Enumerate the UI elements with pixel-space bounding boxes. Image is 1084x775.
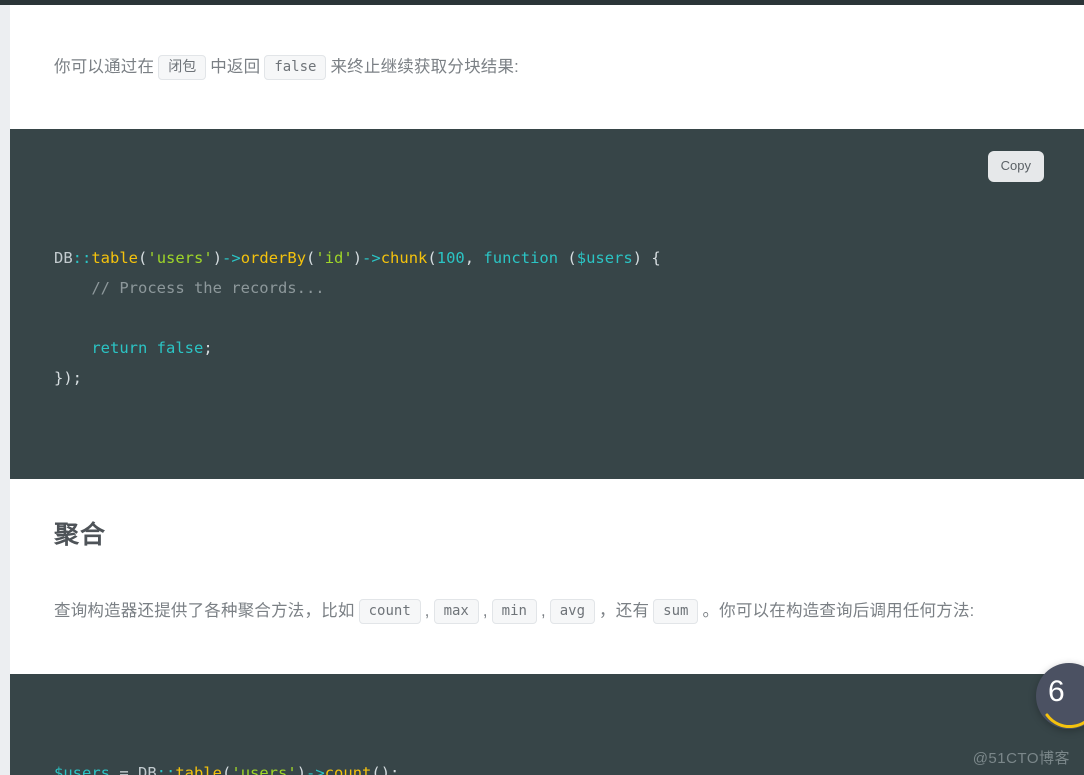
code-token: ): [352, 249, 363, 267]
code-lines: $users = DB::table('users')->count(); $p…: [54, 758, 1040, 775]
code-block-aggregates: $users = DB::table('users')->count(); $p…: [10, 674, 1084, 775]
code-token: return: [91, 339, 148, 357]
code-token: 'id': [315, 249, 353, 267]
code-line: $users = DB::table('users')->count();: [54, 758, 1040, 775]
code-token: chunk: [380, 249, 428, 267]
code-token: =: [110, 764, 138, 775]
copy-button[interactable]: Copy: [987, 151, 1044, 182]
code-pill-max: max: [433, 598, 479, 624]
section-heading-aggregate: 聚合: [54, 521, 107, 549]
floating-counter-button[interactable]: 6: [1036, 663, 1084, 729]
code-token: ->: [222, 249, 241, 267]
code-token: ) {: [632, 249, 661, 267]
code-token: ->: [362, 249, 381, 267]
intro-text-part3: 来终止继续获取分块结果:: [330, 57, 519, 76]
code-token: (: [306, 249, 316, 267]
code-token: DB: [138, 764, 157, 775]
code-token: (: [138, 249, 148, 267]
code-line: // Process the records...: [54, 273, 1040, 303]
code-line: DB::table('users')->orderBy('id')->chunk…: [54, 243, 1040, 273]
intro-text-part1: 你可以通过在: [54, 57, 155, 76]
aggregate-section: 聚合: [10, 479, 1084, 561]
code-token: ): [296, 764, 307, 775]
code-token: 'users': [231, 764, 297, 775]
code-token: (: [427, 249, 437, 267]
code-token: ): [212, 249, 223, 267]
code-token: count: [324, 764, 372, 775]
code-pill-sum: sum: [653, 598, 699, 624]
code-pill-closure: 闭包: [158, 54, 207, 80]
code-token: function: [483, 249, 559, 267]
code-pill-count: count: [358, 598, 421, 624]
code-token: ::: [156, 764, 176, 775]
code-token: DB: [54, 249, 73, 267]
page-root: 你可以通过在 闭包 中返回 false 来终止继续获取分块结果: Copy DB::ta…: [0, 0, 1084, 775]
intro-text-part2: 中返回: [210, 57, 261, 76]
code-pill-false: false: [264, 54, 327, 80]
agg-text-part1: 查询构造器还提供了各种聚合方法，比如: [54, 601, 355, 620]
counter-value: 6: [1048, 675, 1065, 708]
code-token: });: [54, 369, 82, 387]
article-content: 你可以通过在 闭包 中返回 false 来终止继续获取分块结果: Copy DB::ta…: [10, 5, 1084, 775]
code-token: $users: [576, 249, 633, 267]
code-token: ;: [203, 339, 213, 357]
code-token: ,: [464, 249, 484, 267]
agg-text-part3: 。你可以在构造查询后调用任何方法:: [702, 601, 975, 620]
code-pill-avg: avg: [549, 598, 596, 624]
code-line: });: [54, 363, 1040, 393]
agg-text-part2: ，还有: [599, 601, 650, 620]
code-token: table: [175, 764, 223, 775]
code-token: 100: [436, 249, 465, 267]
aggregate-paragraph: 查询构造器还提供了各种聚合方法，比如 count, max, min, avg ，还有 su…: [10, 578, 1084, 658]
code-lines: DB::table('users')->orderBy('id')->chunk…: [54, 243, 1040, 393]
code-token: (: [558, 249, 577, 267]
code-token: ();: [371, 764, 400, 775]
code-token: $users: [54, 764, 110, 775]
code-token: (: [222, 764, 232, 775]
code-token: orderBy: [240, 249, 307, 267]
code-pill-min: min: [491, 598, 537, 624]
code-block-chunk: Copy DB::table('users')->orderBy('id')->…: [10, 129, 1084, 479]
agg-sep-2: ,: [482, 601, 488, 620]
agg-sep-1: ,: [424, 601, 430, 620]
left-gutter: [0, 5, 10, 775]
code-token: ::: [72, 249, 92, 267]
intro-paragraph: 你可以通过在 闭包 中返回 false 来终止继续获取分块结果:: [10, 22, 1084, 113]
code-token: table: [91, 249, 139, 267]
code-token: false: [156, 339, 204, 357]
agg-sep-3: ,: [540, 601, 546, 620]
code-token: // Process the records...: [91, 279, 325, 297]
code-token: ->: [306, 764, 325, 775]
code-token: 'users': [147, 249, 213, 267]
code-line: return false;: [54, 333, 1040, 363]
